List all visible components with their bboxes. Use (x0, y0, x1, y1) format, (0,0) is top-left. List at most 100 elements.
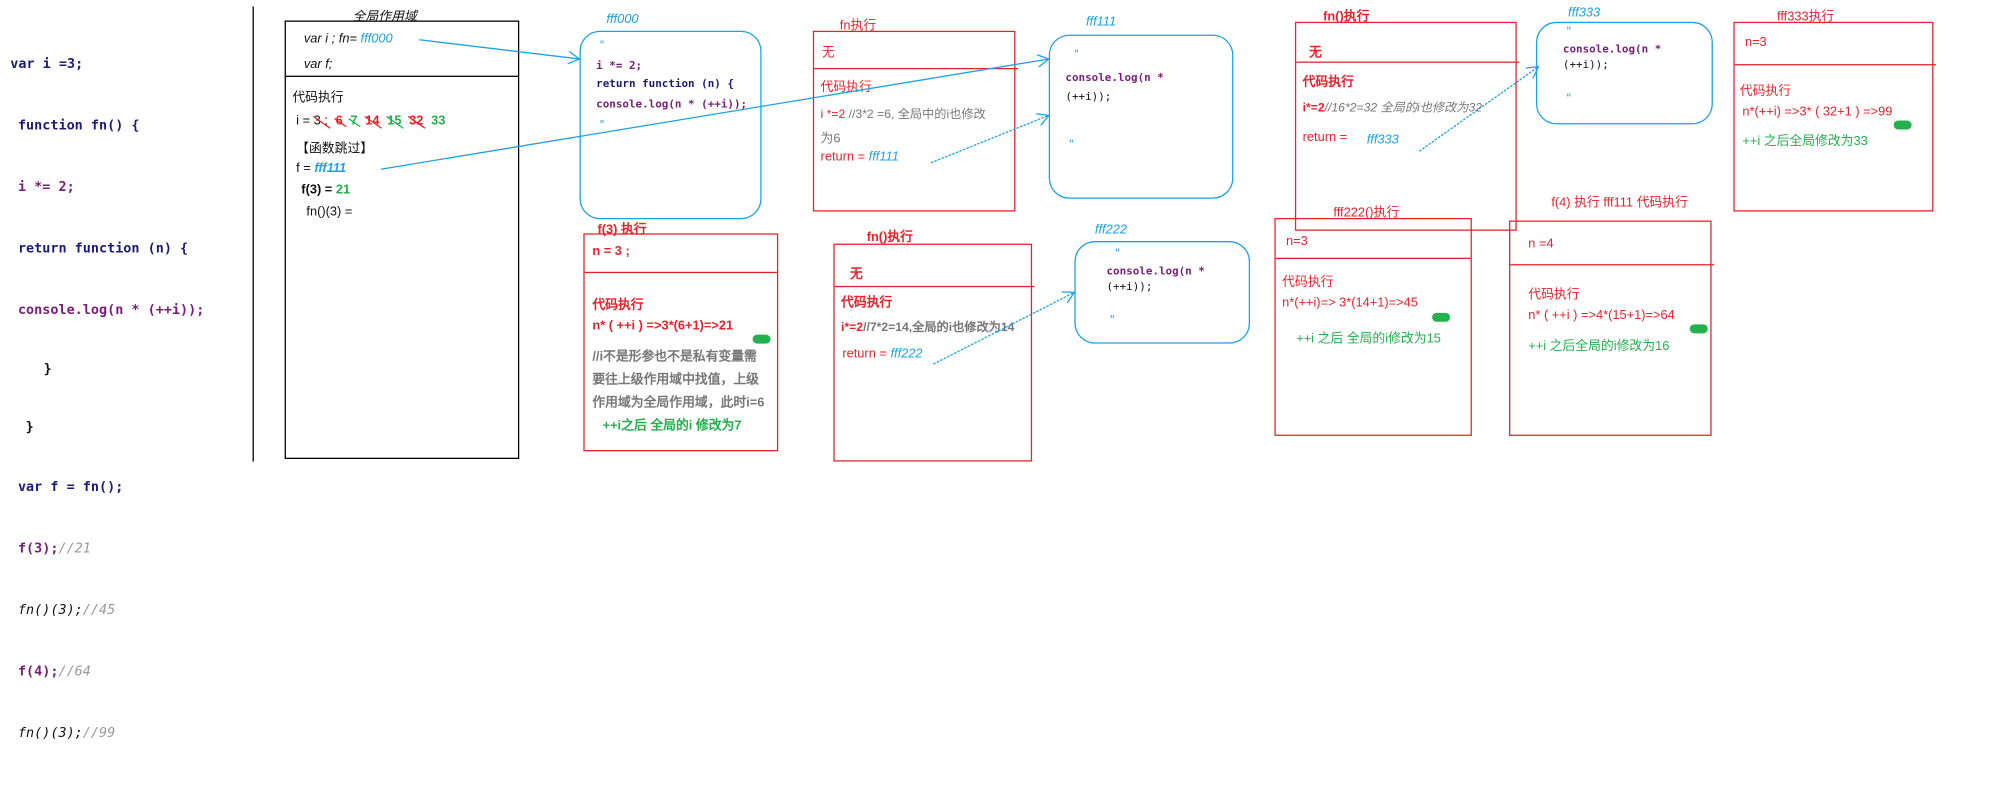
fn3-line: fn()(3) = (306, 205, 353, 220)
private-scope: n =4 (1528, 237, 1554, 252)
private-scope: 无 (850, 267, 863, 283)
highlight-mark (1689, 324, 1708, 334)
calc: n*(++i) =>3* ( 32+1 ) => (1742, 105, 1879, 120)
frame-fff222: n=3 代码执行 n*(++i)=> 3*(14+1)=>45 ++i 之后 全… (1274, 217, 1472, 436)
i-values: 3 ; 6 7 14 15 32 33 (314, 114, 453, 128)
code-text: console.log(n * (1065, 71, 1164, 85)
code-text: f(3); (17, 541, 59, 557)
after-note: ++i之后 全局的i 修改为7 (602, 419, 742, 434)
quote-mark: " (598, 119, 606, 133)
f3-label: f(3) = (301, 183, 333, 198)
heap-label: fff111 (1085, 15, 1117, 30)
quote-mark: " (1073, 48, 1080, 62)
return-label: return = (820, 150, 866, 165)
i-value: 32 (409, 114, 424, 129)
return-ref: fff333 (1366, 133, 1399, 148)
heap-label: fff000 (606, 12, 639, 27)
comment: //7*2=14,全局的i也修改为14 (863, 320, 1015, 335)
frame-f3: n = 3 ; 代码执行 n* ( ++i ) =>3*(6+1)=>21 //… (583, 233, 779, 452)
highlight-mark (1432, 312, 1451, 322)
private-scope: n=3 (1285, 234, 1308, 249)
return-label: return = (842, 347, 887, 362)
quote-mark: " (1114, 247, 1121, 261)
comment: 为6 (820, 132, 841, 147)
heap-fff222: " console.log(n * (++i)); " (1074, 241, 1251, 344)
exec-label: 代码执行 (292, 91, 344, 106)
after-note: ++i 之后全局的i修改为16 (1528, 339, 1670, 354)
highlight-mark (1893, 120, 1912, 130)
frame-f4: n =4 代码执行 n* ( ++i ) =>4*(15+1)=>64 ++i … (1509, 220, 1715, 436)
i-value: 3 ; (313, 114, 328, 129)
quote-mark: " (1565, 92, 1573, 106)
calc: n* ( ++i ) =>3*(6+1)=> (592, 319, 719, 334)
divider (1275, 257, 1471, 259)
result: 99 (1878, 105, 1893, 120)
private-scope: 无 (1309, 46, 1322, 61)
result: 64 (1660, 308, 1675, 324)
return-line: return = fff111 (821, 150, 899, 164)
step: i*=2 (1302, 101, 1325, 116)
code-text: f(4); (17, 664, 59, 680)
private-scope: n = 3 ; (592, 244, 630, 259)
frame-fn1: 无 代码执行 i *=2 //3*2 =6, 全局中的i也修改 为6 retur… (812, 30, 1018, 212)
code-text: } (43, 361, 52, 377)
global-var-line: var i ; fn= fff000 (304, 32, 393, 46)
private-scope: 无 (821, 46, 835, 61)
heap-fff000: " i *= 2; return function (n) { console.… (579, 30, 762, 220)
heap-label: fff222 (1094, 223, 1128, 238)
step-line: i*=2//16*2=32 全局的i也修改为32 (1303, 97, 1482, 115)
code-text: var i =3; (10, 56, 84, 72)
exec-label: 代码执行 (1528, 288, 1580, 303)
i-prefix: i = (296, 114, 311, 129)
code-text: (++i)); (1106, 280, 1153, 294)
code-text: fn()(3); (17, 725, 83, 742)
return-line: return = (1303, 131, 1348, 145)
divider (814, 67, 1018, 70)
code-comment: //21 (58, 541, 91, 557)
code-text: (++i)); (1065, 91, 1112, 104)
code-line: f(3);//21 (10, 538, 204, 559)
divider (584, 271, 777, 274)
separator-line (252, 6, 254, 462)
code-text: fn()(3); (17, 602, 83, 618)
comment: //i不是形参也不是私有变量需 (592, 350, 757, 365)
comment: //16*2=32 全局的i也修改为32 (1324, 101, 1483, 116)
code-listing: var i =3; function fn() { i *= 2; return… (10, 13, 204, 785)
after-note: ++i 之后 全局的i修改为15 (1296, 332, 1441, 347)
heap-fff333: " console.log(n * (++i)); " (1535, 21, 1713, 125)
f-assign: f = fff111 (296, 162, 346, 176)
divider (285, 75, 518, 77)
return-label: return = (1302, 130, 1348, 145)
step: i*=2 (841, 320, 864, 335)
fn-ref: fff000 (360, 32, 393, 47)
code-comment: //45 (82, 602, 116, 618)
step-line: i*=2//7*2=14,全局的i也修改为14 (841, 317, 1014, 335)
exec-label: 代码执行 (841, 296, 893, 311)
code-text: var f = fn(); (17, 479, 124, 495)
result: 45 (1403, 296, 1418, 311)
divider (1510, 264, 1715, 266)
frame-fn2: 无 代码执行 i*=2//7*2=14,全局的i也修改为14 return = … (833, 243, 1035, 462)
frame-title: fn()执行 (866, 230, 913, 245)
global-var-f: var f; (303, 57, 333, 72)
code-line: console.log(n * (++i)); (10, 300, 204, 321)
code-text: console.log(n * (++i)); (17, 302, 205, 318)
code-text: (++i)); (1562, 58, 1609, 72)
i-value: 6 (335, 114, 343, 129)
heap-fff111: " console.log(n * (++i)); " (1048, 34, 1234, 199)
code-comment: //64 (58, 664, 91, 680)
quote-mark: " (1067, 138, 1075, 152)
quote-mark: " (1565, 25, 1573, 39)
calc-line: n*(++i) =>3* ( 32+1 ) =>99 (1742, 105, 1892, 119)
quote-mark: " (598, 39, 606, 53)
i-value: 33 (431, 114, 446, 129)
code-text: i *= 2; (17, 179, 75, 195)
exec-label: 代码执行 (1282, 275, 1334, 290)
return-line: return = fff222 (842, 347, 922, 361)
code-text: console.log(n * (1562, 43, 1662, 57)
code-text: } (25, 419, 34, 435)
i-value: 7 (350, 114, 358, 129)
i-history: i = 3 ; 6 7 14 15 32 33 (296, 114, 453, 128)
comment: 要往上级作用域中找值，上级 (592, 373, 760, 388)
code-line: fn()(3);//45 (10, 600, 204, 621)
